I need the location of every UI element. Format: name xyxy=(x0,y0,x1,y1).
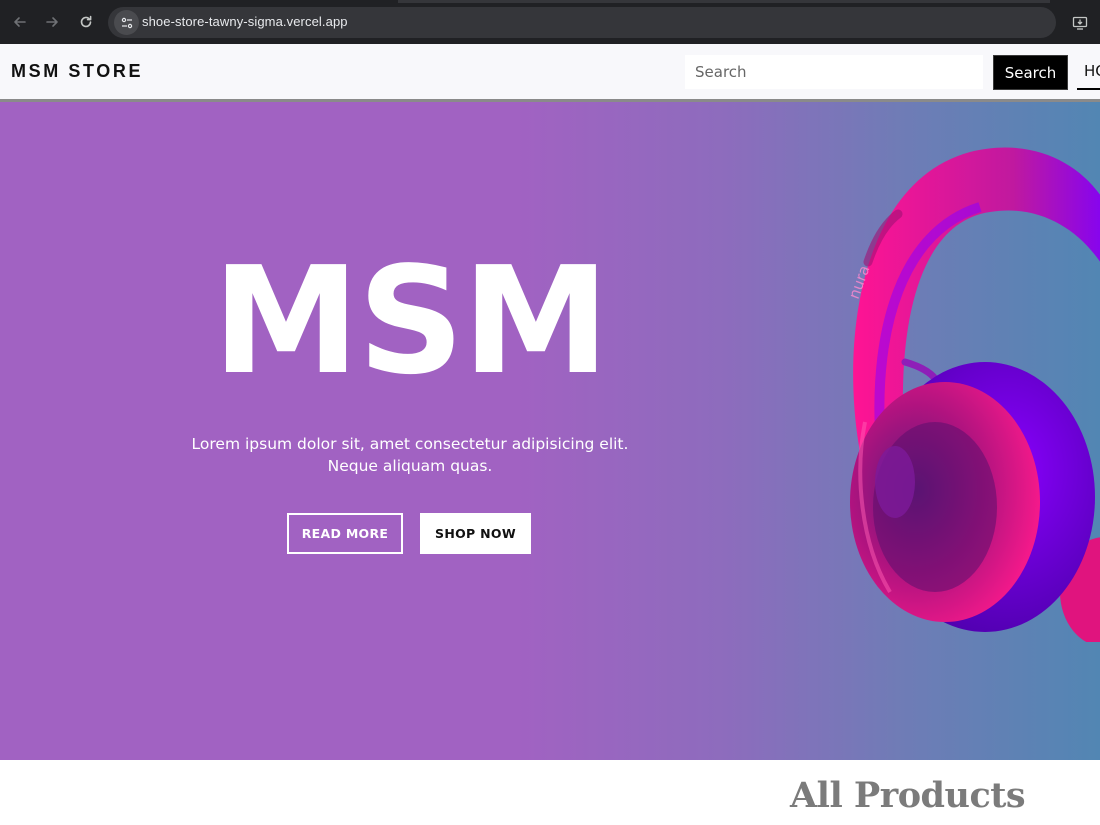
read-more-button[interactable]: READ MORE xyxy=(287,513,403,554)
search-button[interactable]: Search xyxy=(993,55,1068,90)
browser-toolbar: shoe-store-tawny-sigma.vercel.app xyxy=(0,0,1100,44)
back-arrow-icon[interactable] xyxy=(8,10,32,34)
site-header: MSM STORE Search HOME xyxy=(0,44,1100,102)
hero-banner: MSM Lorem ipsum dolor sit, amet consecte… xyxy=(0,102,1100,760)
url-text: shoe-store-tawny-sigma.vercel.app xyxy=(142,14,348,29)
address-bar[interactable]: shoe-store-tawny-sigma.vercel.app xyxy=(108,7,1056,38)
site-info-icon[interactable] xyxy=(114,10,139,35)
hero-title: MSM xyxy=(212,235,609,407)
nav-link-home[interactable]: HOME xyxy=(1077,55,1100,90)
section-title-all-products: All Products xyxy=(790,775,1026,816)
install-app-icon[interactable] xyxy=(1068,11,1092,35)
hero-description: Lorem ipsum dolor sit, amet consectetur … xyxy=(191,435,629,475)
shop-now-button[interactable]: SHOP NOW xyxy=(420,513,531,554)
forward-arrow-icon[interactable] xyxy=(40,10,64,34)
store-logo[interactable]: MSM STORE xyxy=(11,61,143,82)
tab-strip-edge xyxy=(398,0,1050,3)
reload-icon[interactable] xyxy=(74,10,98,34)
search-input[interactable] xyxy=(685,55,983,89)
headphones-image: nura xyxy=(845,147,1100,642)
